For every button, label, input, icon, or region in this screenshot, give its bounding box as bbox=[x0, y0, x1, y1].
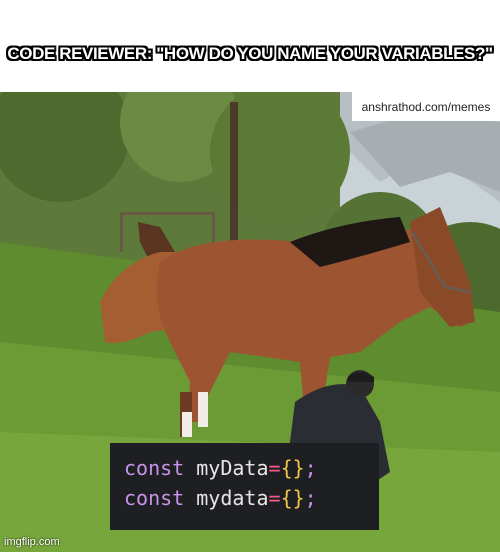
code-identifier: myData bbox=[196, 456, 269, 480]
code-operator: = bbox=[268, 456, 281, 480]
meme-caption: CODE REVIEWER: "HOW DO YOU NAME YOUR VAR… bbox=[7, 44, 493, 63]
code-identifier: mydata bbox=[196, 486, 269, 510]
watermark-text: anshrathod.com/memes bbox=[352, 92, 500, 121]
code-keyword: const bbox=[124, 486, 185, 510]
code-value: {} bbox=[280, 486, 305, 510]
code-line-2: const mydata={}; bbox=[124, 483, 365, 513]
meme-photo: anshrathod.com/memes const myData={}; co… bbox=[0, 92, 500, 552]
code-value: {} bbox=[280, 456, 305, 480]
code-keyword: const bbox=[124, 456, 185, 480]
code-semicolon: ; bbox=[304, 456, 317, 480]
imgflip-watermark: imgflip.com bbox=[4, 536, 60, 548]
code-operator: = bbox=[268, 486, 281, 510]
code-line-1: const myData={}; bbox=[124, 453, 365, 483]
code-snippet: const myData={}; const mydata={}; bbox=[110, 443, 379, 530]
code-semicolon: ; bbox=[304, 486, 317, 510]
